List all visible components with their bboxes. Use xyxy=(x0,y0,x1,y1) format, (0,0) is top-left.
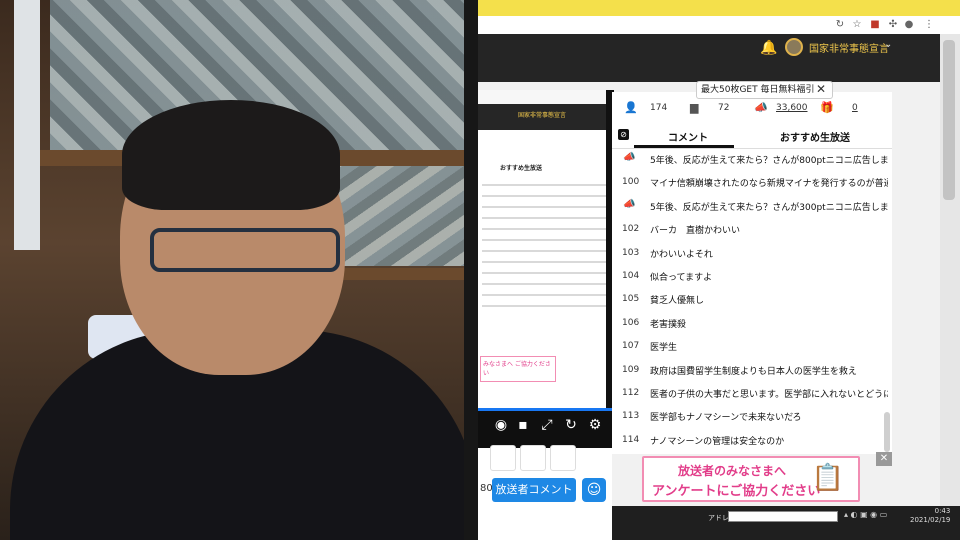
megaphone-icon: 📣 xyxy=(623,198,636,210)
star-icon[interactable]: ☆ xyxy=(850,18,864,32)
webcam-person-hair xyxy=(122,100,340,210)
webcam-person-glasses xyxy=(150,228,340,272)
comment-row[interactable]: 112 医者の子供の大事だと思います。医学部に入れないとどうに xyxy=(612,382,892,405)
count-label: 80 xyxy=(480,483,493,494)
emoji-icon[interactable]: ☺ xyxy=(582,478,606,502)
comment-text: かわいいよそれ xyxy=(650,249,713,260)
comment-text: 老害撲殺 xyxy=(650,319,687,330)
more-menu-icon[interactable]: ⋮ xyxy=(922,18,936,32)
comment-text: ナノマシーンの管理は安全なのか xyxy=(650,436,785,447)
comment-icon[interactable]: ▪ xyxy=(514,416,532,434)
header-username[interactable]: 国家非常事態宣言 xyxy=(809,40,889,55)
survey-banner-line2: アンケートにご協力ください xyxy=(652,484,821,499)
comment-number: 113 xyxy=(622,411,640,422)
puzzle-icon[interactable]: ✣ xyxy=(886,18,900,32)
comment-number: 107 xyxy=(622,341,640,352)
embedded-banner: みなさまへ ご協力ください xyxy=(480,356,556,382)
tab-comment[interactable]: コメント xyxy=(668,129,708,144)
eye-icon[interactable]: ◉ xyxy=(492,416,510,434)
comment-number: 105 xyxy=(622,294,640,305)
clock-date: 2021/02/19 xyxy=(910,516,951,524)
comment-number: 103 xyxy=(622,247,640,258)
clock-time: 0:43 xyxy=(934,507,951,515)
tab-recommend[interactable]: おすすめ生放送 xyxy=(780,129,850,144)
gift-icon: 🎁 xyxy=(820,101,834,114)
gear-icon[interactable]: ⚙ xyxy=(586,416,604,434)
webcam-edge xyxy=(464,0,478,540)
comment-text: 医学生 xyxy=(650,343,678,354)
comment-row[interactable]: 107 医学生 xyxy=(612,335,892,358)
broadcaster-comment-button[interactable]: 放送者コメント xyxy=(492,478,576,502)
comment-number: 100 xyxy=(622,177,640,188)
comment-text: 5年後、反応が生えて来たら？さんが300ptニコニ広告しまし xyxy=(650,202,888,213)
comment-number: 114 xyxy=(622,434,640,445)
comment-text: マイナ信頼崩壊されたのなら新規マイナを発行するのが普通だ xyxy=(650,179,888,190)
comment-row[interactable]: 105 貧乏人優無し xyxy=(612,288,892,311)
lottery-tooltip[interactable]: 最大50枚GET 毎日無料福引 xyxy=(696,81,834,99)
page-scroll-thumb[interactable] xyxy=(943,40,955,200)
webcam-window-light xyxy=(14,0,40,250)
comment-text: 似合ってますよ xyxy=(650,273,713,283)
megaphone-icon: 📣 xyxy=(754,101,768,114)
browser-title-bar xyxy=(478,0,960,16)
lottery-tooltip-text: 最大50枚GET 毎日無料福引 xyxy=(701,85,815,95)
reload-icon[interactable]: ↻ xyxy=(562,416,580,434)
comment-row[interactable]: 109 政府は国費留学生制度よりも日本人の医学生を救え xyxy=(612,359,892,382)
comment-row[interactable]: 📣 5年後、反応が生えて来たら？さんが800ptニコニ広告しまし xyxy=(612,148,892,171)
clipboard-icon: 📋 xyxy=(811,463,845,493)
extension-icon[interactable]: ■ xyxy=(868,18,882,32)
comment-row[interactable]: 📣 5年後、反応が生えて来たら？さんが300ptニコニ広告しまし xyxy=(612,195,892,218)
webcam-feed xyxy=(0,0,478,540)
comment-number: 112 xyxy=(622,388,640,398)
slot-box[interactable] xyxy=(550,445,576,471)
comment-row[interactable]: 113 医学部もナノマシーンで未来ないだろ xyxy=(612,405,892,428)
comment-text: バーカ 直樹かわいい xyxy=(650,226,741,237)
close-icon[interactable]: ✕ xyxy=(876,452,892,466)
chevron-down-icon[interactable]: ⌄ xyxy=(884,39,892,50)
tray-icons[interactable]: ▴ ◐ ▣ ◉ ▭ xyxy=(844,510,887,519)
gift-count[interactable]: 0 xyxy=(852,103,858,113)
slot-box[interactable] xyxy=(520,445,546,471)
comment-row[interactable]: 106 老害撲殺 xyxy=(612,312,892,335)
comment-text: 5年後、反応が生えて来たら？さんが800ptニコニ広告しまし xyxy=(650,156,888,166)
embedded-tab: おすすめ生放送 xyxy=(500,165,543,172)
comment-number: 102 xyxy=(622,224,640,235)
browser-window: ↻ ☆ ■ ✣ ● ⋮ 🔔 国家非常事態宣言 ⌄ 国家非常事態宣言 おすすめ生放… xyxy=(478,0,960,540)
comment-number: 109 xyxy=(622,364,640,375)
taskbar-clock[interactable]: 0:43 2021/02/19 xyxy=(910,507,950,525)
close-icon[interactable]: ✕ xyxy=(816,81,826,97)
comment-text: 医者の子供の大事だと思います。医学部に入れないとどうに xyxy=(650,390,888,400)
tab-toggle-icon[interactable]: ⊘ xyxy=(618,129,629,140)
comment-number: 106 xyxy=(622,317,640,328)
embedded-username: 国家非常事態宣言 xyxy=(518,112,567,119)
comment-row[interactable]: 104 似合ってますよ xyxy=(612,265,892,288)
viewer-icon: 👤 xyxy=(624,101,638,114)
comment-row[interactable]: 103 かわいいよそれ xyxy=(612,242,892,265)
slot-box[interactable] xyxy=(490,445,516,471)
comment-count-icon: ▆ xyxy=(690,101,699,114)
comment-text: 医学部もナノマシーンで未来ないだろ xyxy=(650,413,802,424)
comment-text: 貧乏人優無し xyxy=(650,296,705,307)
comment-row[interactable]: 100 マイナ信頼崩壊されたのなら新規マイナを発行するのが普通だ xyxy=(612,171,892,194)
embedded-comment-lines xyxy=(482,175,606,355)
comment-row[interactable]: 114 ナノマシーンの管理は安全なのか xyxy=(612,429,892,452)
survey-banner-line1: 放送者のみなさまへ xyxy=(678,464,787,478)
viewer-count: 174 xyxy=(650,103,668,113)
profile-icon[interactable]: ● xyxy=(902,18,916,32)
comment-text: 政府は国費留学生制度よりも日本人の医学生を救え xyxy=(650,366,857,377)
avatar[interactable] xyxy=(785,38,803,56)
comment-list[interactable]: 📣 5年後、反応が生えて来たら？さんが800ptニコニ広告しまし 100 マイナ信頼崩… xyxy=(612,148,892,448)
fullscreen-icon[interactable]: ⤢ xyxy=(538,416,556,434)
megaphone-icon: 📣 xyxy=(623,152,636,163)
bell-icon[interactable]: 🔔 xyxy=(760,40,777,56)
refresh-icon[interactable]: ↻ xyxy=(833,18,847,32)
ad-points[interactable]: 33,600 xyxy=(776,103,808,113)
comment-scrollbar[interactable] xyxy=(884,412,890,452)
taskbar-address-field[interactable] xyxy=(728,511,838,522)
comment-number: 104 xyxy=(622,271,640,281)
embedded-toolbar xyxy=(478,90,612,105)
comment-count: 72 xyxy=(718,103,730,113)
comment-row[interactable]: 102 バーカ 直樹かわいい xyxy=(612,218,892,241)
